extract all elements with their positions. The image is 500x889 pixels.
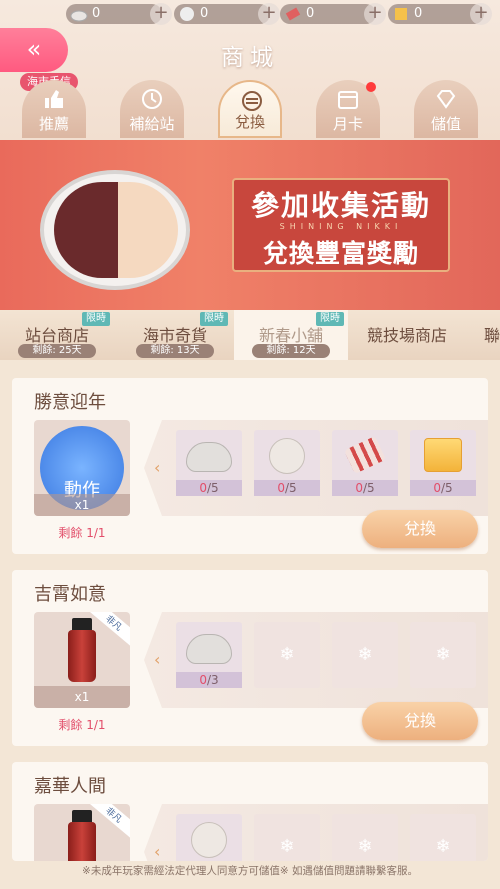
diamond-icon xyxy=(436,90,456,109)
shop-tab-station[interactable]: 站台商店 限時 剩餘: 25天 xyxy=(0,310,114,360)
chevron-left-icon: ‹ xyxy=(154,458,161,477)
remaining-count: 剩餘 1/1 xyxy=(58,526,106,540)
remaining-count: 剩餘 1/1 xyxy=(58,718,106,732)
currency-ball: 0 xyxy=(174,4,270,24)
exchange-item-card: 嘉華人間 非凡 ‹ ❄ ❄ ❄ xyxy=(12,762,488,861)
chevron-left-icon: ‹ xyxy=(154,650,161,669)
add-rock-button[interactable]: + xyxy=(150,3,172,25)
item-title: 嘉華人間 xyxy=(34,776,106,797)
requirement-slot[interactable] xyxy=(176,814,242,861)
banner-subtitle: SHINING NIKKI xyxy=(279,222,403,231)
chevron-left-icon: ‹ xyxy=(154,842,161,861)
rock-icon xyxy=(70,10,88,22)
ball-icon xyxy=(191,822,227,858)
snowflake-icon: ❄ xyxy=(435,836,451,857)
add-cube-button[interactable]: + xyxy=(470,3,492,25)
empty-slot: ❄ xyxy=(332,622,398,688)
snowflake-icon: ❄ xyxy=(435,644,451,665)
currency-rock: 0 xyxy=(66,4,162,24)
notification-dot xyxy=(366,82,376,92)
shop-tabs: 站台商店 限時 剩餘: 25天 海市奇貨 限時 剩餘: 13天 新春小舖 限時 … xyxy=(0,310,500,360)
shop-tab-more[interactable]: 聯 xyxy=(472,310,500,360)
exchange-button[interactable]: 兌換 xyxy=(362,702,478,740)
requirement-slot[interactable]: 0/3 xyxy=(176,622,242,688)
empty-slot: ❄ xyxy=(332,814,398,861)
shop-tab-sea-market[interactable]: 海市奇貨 限時 剩餘: 13天 xyxy=(118,310,232,360)
footer-notice: ※未成年玩家需經法定代理人同意方可儲值※ 如遇儲值問題請聯繫客服。 xyxy=(0,861,500,889)
supply-icon xyxy=(142,89,162,109)
reward-slot[interactable]: 非凡 x1 xyxy=(34,612,130,708)
currency-roll: 0 xyxy=(280,4,376,24)
requirement-slot[interactable]: 0/5 xyxy=(176,430,242,496)
snowflake-icon: ❄ xyxy=(357,836,373,857)
snowflake-icon: ❄ xyxy=(279,836,295,857)
rock-icon xyxy=(186,442,232,472)
shop-tab-new-year[interactable]: 新春小舖 限時 剩餘: 12天 xyxy=(234,310,348,360)
requirement-slot[interactable]: 0/5 xyxy=(410,430,476,496)
banner-line-2: 兌換豐富獎勵 xyxy=(262,239,419,268)
item-title: 勝意迎年 xyxy=(34,392,106,413)
exchange-item-card: 勝意迎年 動作 x1 剩餘 1/1 ‹ 0/5 0/5 0/5 0/5 兌換 xyxy=(12,378,488,554)
exchange-item-card: 吉霄如意 非凡 x1 剩餘 1/1 ‹ 0/3 ❄ ❄ ❄ 兌換 xyxy=(12,570,488,746)
nail-polish-icon xyxy=(68,822,96,861)
ball-icon xyxy=(269,438,305,474)
calendar-icon xyxy=(338,91,358,109)
cube-icon xyxy=(424,438,462,472)
page-title: 商城 xyxy=(221,45,279,71)
cube-icon xyxy=(395,8,407,20)
tab-top-up[interactable]: 儲值 xyxy=(414,80,478,138)
add-roll-button[interactable]: + xyxy=(364,3,386,25)
tab-exchange[interactable]: 兌換 xyxy=(218,80,282,138)
snowflake-icon: ❄ xyxy=(357,644,373,665)
empty-slot: ❄ xyxy=(410,622,476,688)
add-ball-button[interactable]: + xyxy=(258,3,280,25)
roll-icon xyxy=(344,436,386,474)
nail-polish-icon xyxy=(68,630,96,682)
exchange-icon xyxy=(242,91,262,111)
snowflake-icon: ❄ xyxy=(279,644,295,665)
roll-icon xyxy=(285,7,301,21)
recommend-icon xyxy=(45,90,63,108)
reward-slot[interactable]: 動作 x1 xyxy=(34,420,130,516)
tab-recommend[interactable]: 推薦 xyxy=(22,80,86,138)
tab-supply[interactable]: 補給站 xyxy=(120,80,184,138)
banner-line-1: 參加收集活動 xyxy=(250,189,431,222)
empty-slot: ❄ xyxy=(410,814,476,861)
rock-icon xyxy=(186,634,232,664)
empty-slot: ❄ xyxy=(254,622,320,688)
reward-slot[interactable]: 非凡 xyxy=(34,804,130,861)
item-title: 吉霄如意 xyxy=(34,584,106,605)
shop-tab-arena[interactable]: 競技場商店 xyxy=(350,310,464,360)
currency-bar: 0 + 0 + 0 + 0 + xyxy=(0,0,500,28)
requirement-slot[interactable]: 0/5 xyxy=(254,430,320,496)
empty-slot: ❄ xyxy=(254,814,320,861)
ball-icon xyxy=(180,7,194,21)
exchange-button[interactable]: 兌換 xyxy=(362,510,478,548)
requirement-slot[interactable]: 0/5 xyxy=(332,430,398,496)
